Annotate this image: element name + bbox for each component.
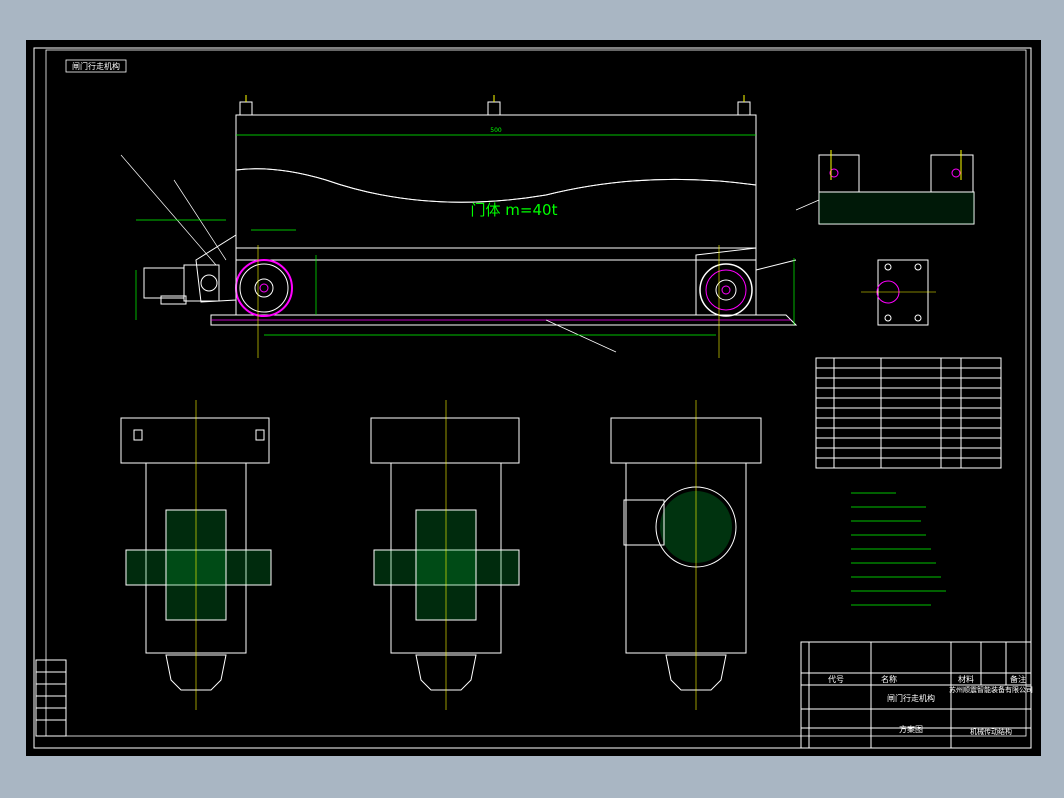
technical-notes (851, 492, 946, 606)
section-view-b (370, 400, 520, 710)
revision-side-bar (35, 659, 67, 737)
section-view-a (120, 400, 272, 710)
parts-table (815, 357, 1002, 469)
drawing-type: 方案图 (899, 724, 923, 734)
drawing-sheet: 闸门行走机构 500 门体 m=40t 代号 名称 材料 备注 闸门行走机构 方… (26, 40, 1041, 756)
detail-view-small (861, 259, 936, 326)
header-code: 代号 (828, 674, 844, 684)
header-name: 名称 (881, 674, 897, 684)
inner-border (45, 49, 1027, 737)
detail-view-top-right (795, 150, 975, 225)
part-title: 机械传动结构 (970, 727, 1012, 736)
header-note: 备注 (1010, 674, 1026, 684)
sheet-label: 闸门行走机构 (72, 61, 120, 71)
section-view-c (610, 400, 762, 710)
gate-mass-label: 门体 m=40t (471, 201, 558, 219)
title-block: 代号 名称 材料 备注 闸门行走机构 方案图 苏州顺震智能装备有限公司 机械传动… (800, 641, 1033, 749)
cad-drawing: 闸门行走机构 500 门体 m=40t 代号 名称 材料 备注 闸门行走机构 方… (33, 47, 1033, 749)
svg-text:500: 500 (490, 127, 502, 134)
project-name: 闸门行走机构 (887, 693, 935, 703)
header-material: 材料 (958, 674, 974, 684)
main-elevation-view: 500 门体 m=40t (120, 95, 798, 358)
company-name: 苏州顺震智能装备有限公司 (949, 685, 1033, 694)
